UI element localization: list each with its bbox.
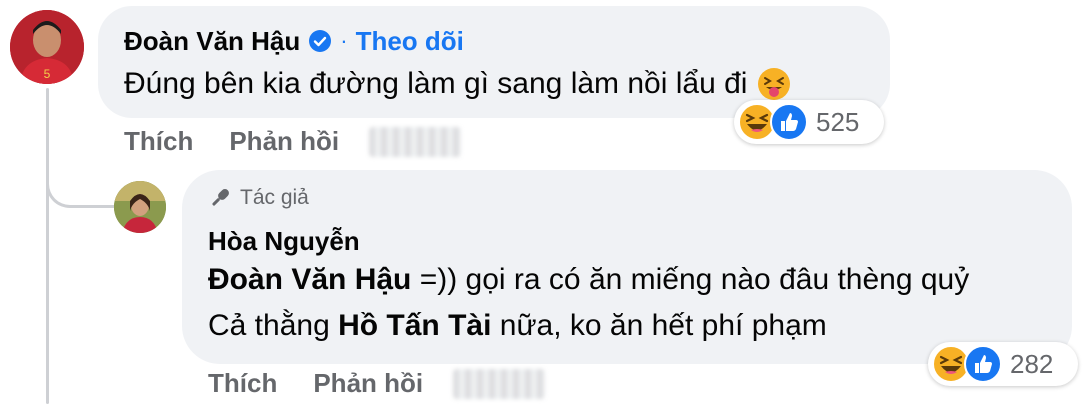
author-badge: Tác giả	[208, 186, 309, 210]
comment-text-body: Đúng bên kia đường làm gì sang làm nồi l…	[124, 67, 748, 100]
reply-text: =)) gọi ra có ăn miếng nào đâu thèng quỷ	[411, 263, 970, 296]
like-button[interactable]: Thích	[208, 368, 277, 399]
reply-reactions[interactable]: 282	[928, 342, 1078, 386]
mention-link[interactable]: Đoàn Văn Hậu	[208, 263, 411, 296]
blurred-timestamp	[369, 126, 462, 157]
svg-text:5: 5	[44, 67, 51, 81]
comment-actions: Thích Phản hồi	[124, 126, 462, 157]
comment-reactions[interactable]: 525	[734, 100, 884, 144]
reply-button[interactable]: Phản hồi	[229, 126, 339, 157]
commenter-avatar[interactable]: 5	[10, 10, 84, 84]
reply-actions: Thích Phản hồi	[208, 368, 546, 399]
reply-text: nữa, ko ăn hết phí phạm	[491, 309, 827, 342]
separator-dot: ·	[340, 28, 348, 53]
reply-author-avatar[interactable]	[114, 181, 166, 233]
comment-author-name[interactable]: Đoàn Văn Hậu	[124, 26, 300, 57]
like-button[interactable]: Thích	[124, 126, 193, 157]
blurred-timestamp	[453, 368, 546, 399]
microphone-icon	[208, 186, 232, 210]
thread-connector	[46, 150, 114, 208]
reply-reaction-count: 282	[1010, 348, 1054, 379]
follow-link[interactable]: Theo dõi	[356, 26, 464, 57]
reply-text-line-1: Đoàn Văn Hậu =)) gọi ra có ăn miếng nào …	[208, 260, 969, 300]
author-badge-label: Tác giả	[240, 186, 309, 209]
like-reaction-icon	[770, 103, 808, 141]
reply-text: Cả thằng	[208, 309, 339, 342]
reply-author-name[interactable]: Hòa Nguyễn	[208, 226, 360, 257]
squinting-tongue-emoji-icon	[757, 67, 791, 101]
thread-line	[46, 88, 49, 404]
like-reaction-icon	[964, 345, 1002, 383]
reply-button[interactable]: Phản hồi	[313, 368, 423, 399]
verified-badge-icon	[308, 29, 332, 53]
comment-reaction-count: 525	[816, 106, 860, 137]
reply-text-line-2: Cả thằng Hồ Tấn Tài nữa, ko ăn hết phí p…	[208, 306, 827, 346]
comment-header: Đoàn Văn Hậu · Theo dõi	[124, 26, 464, 56]
mention-link[interactable]: Hồ Tấn Tài	[338, 309, 491, 342]
comment-text: Đúng bên kia đường làm gì sang làm nồi l…	[124, 64, 791, 104]
